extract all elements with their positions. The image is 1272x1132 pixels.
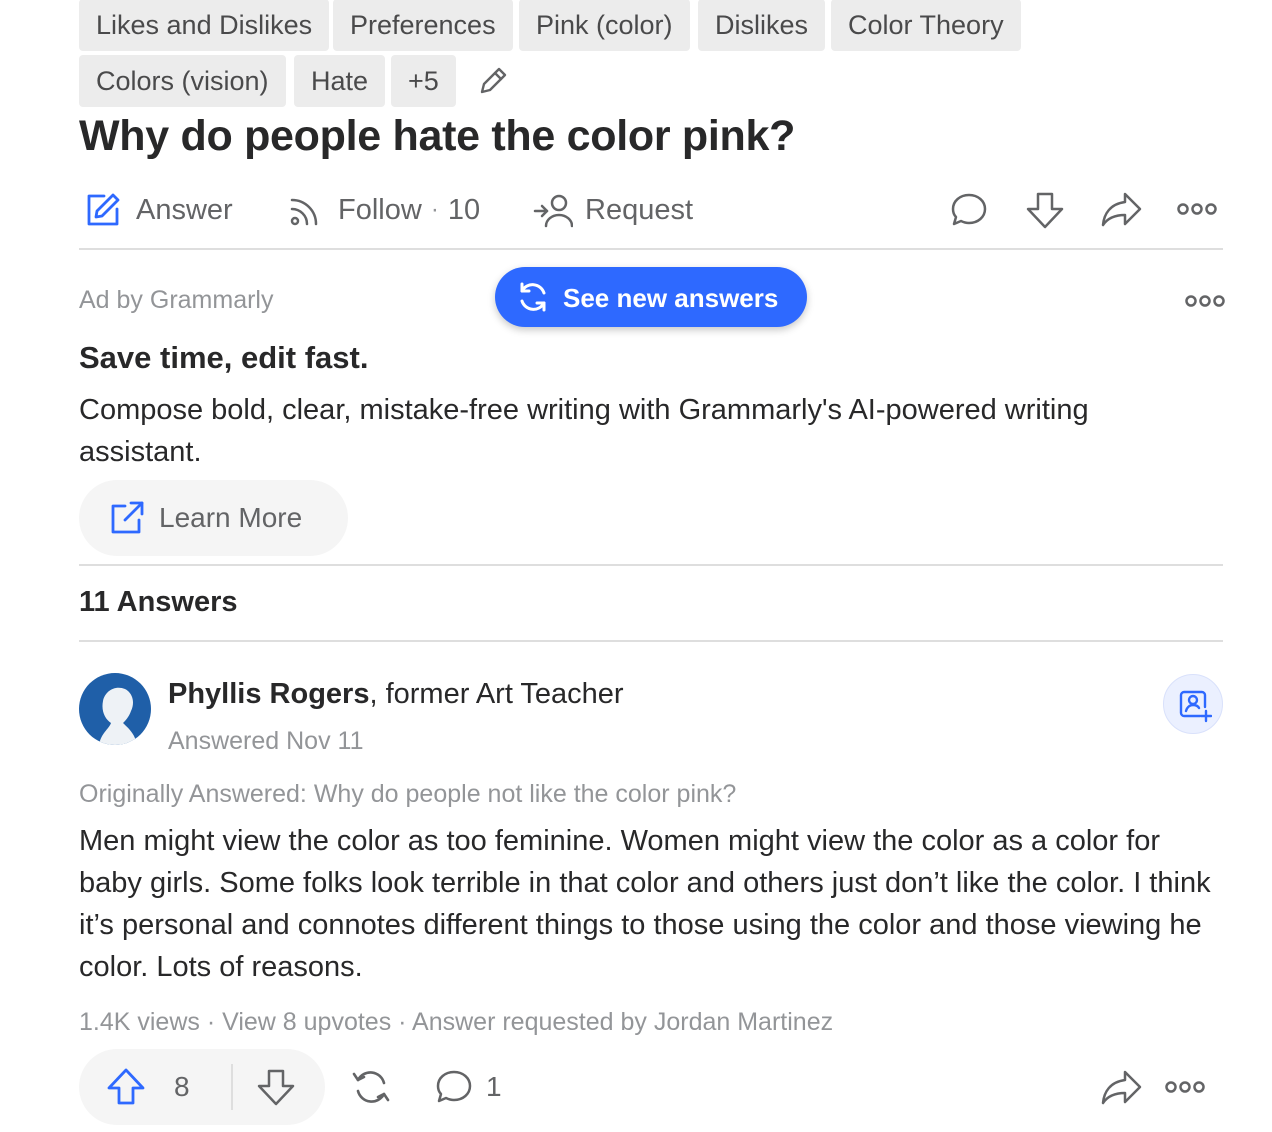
answer-stats: 1.4K views · View 8 upvotes · Answer req… <box>79 1008 833 1037</box>
answers-count: 11 Answers <box>79 586 238 618</box>
ad-more-icon[interactable] <box>1185 293 1225 309</box>
request-label: Request <box>585 193 694 226</box>
follow-button[interactable]: Follow · 10 <box>288 190 480 230</box>
downvote-icon[interactable] <box>256 1067 296 1107</box>
vote-divider <box>231 1064 233 1110</box>
vote-bar: 8 <box>79 1049 325 1125</box>
learn-more-label: Learn More <box>159 502 303 533</box>
see-new-answers-button[interactable]: See new answers <box>495 267 807 327</box>
topic-tag-dislikes[interactable]: Dislikes <box>698 0 826 51</box>
avatar[interactable] <box>79 673 151 745</box>
originally-answered-link[interactable]: Originally Answered: Why do people not l… <box>79 780 736 809</box>
external-link-icon <box>109 500 145 536</box>
comment-icon[interactable] <box>435 1069 473 1105</box>
stats-separator: · <box>199 1008 223 1036</box>
comment-icon[interactable] <box>950 192 988 228</box>
views-count: 1.4K views <box>79 1008 200 1036</box>
follow-label: Follow <box>338 193 422 226</box>
topic-tag-likes-and-dislikes[interactable]: Likes and Dislikes <box>79 0 330 51</box>
author-credential: , former Art Teacher <box>369 678 624 710</box>
follow-rss-icon <box>288 192 324 228</box>
topic-tag-preferences[interactable]: Preferences <box>333 0 513 51</box>
topic-tag-color-theory[interactable]: Color Theory <box>831 0 1021 51</box>
ad-headline: Save time, edit fast. <box>79 340 369 375</box>
follow-separator: · <box>430 196 439 223</box>
pencil-icon[interactable] <box>476 64 510 98</box>
upvote-count: 8 <box>174 1071 190 1102</box>
divider <box>79 640 1223 642</box>
downvote-icon[interactable] <box>1025 190 1065 230</box>
view-upvotes-link[interactable]: View 8 upvotes <box>222 1008 391 1036</box>
answer-body: Men might view the color as too feminine… <box>79 825 1211 983</box>
ad-body: Compose bold, clear, mistake-free writin… <box>79 394 1089 468</box>
divider <box>79 564 1223 566</box>
reshare-icon[interactable] <box>350 1068 392 1106</box>
answer-author-line: Phyllis Rogers, former Art Teacher <box>168 678 624 711</box>
answer-date[interactable]: Answered Nov 11 <box>168 727 363 756</box>
more-icon[interactable] <box>1177 201 1217 217</box>
question-title: Why do people hate the color pink? <box>79 112 796 160</box>
answer-icon <box>84 191 122 229</box>
author-name[interactable]: Phyllis Rogers <box>168 678 369 710</box>
more-icon[interactable] <box>1165 1079 1205 1095</box>
upvote-icon[interactable] <box>106 1067 146 1107</box>
answer-button[interactable]: Answer <box>84 190 233 230</box>
comment-count: 1 <box>486 1071 502 1102</box>
answer-requested-by: Answer requested by Jordan Martinez <box>412 1008 834 1036</box>
follow-user-icon <box>1178 689 1212 723</box>
share-icon[interactable] <box>1100 1068 1142 1106</box>
follow-user-button[interactable] <box>1163 674 1223 734</box>
refresh-icon <box>516 280 550 314</box>
request-icon <box>533 192 573 228</box>
ad-sponsor-label: Ad by Grammarly <box>79 286 274 314</box>
answer-label: Answer <box>136 193 233 226</box>
stats-separator: · <box>391 1008 413 1036</box>
see-new-answers-label: See new answers <box>563 283 779 313</box>
follow-count: 10 <box>447 193 481 226</box>
topic-tag-hate[interactable]: Hate <box>294 55 386 107</box>
topic-tag-pink-color[interactable]: Pink (color) <box>519 0 690 51</box>
topic-tag-more[interactable]: +5 <box>391 55 456 107</box>
topic-tag-colors-vision[interactable]: Colors (vision) <box>79 55 286 107</box>
learn-more-button[interactable]: Learn More <box>79 480 348 556</box>
share-icon[interactable] <box>1100 190 1142 228</box>
request-button[interactable]: Request <box>533 190 693 230</box>
divider <box>79 248 1223 250</box>
